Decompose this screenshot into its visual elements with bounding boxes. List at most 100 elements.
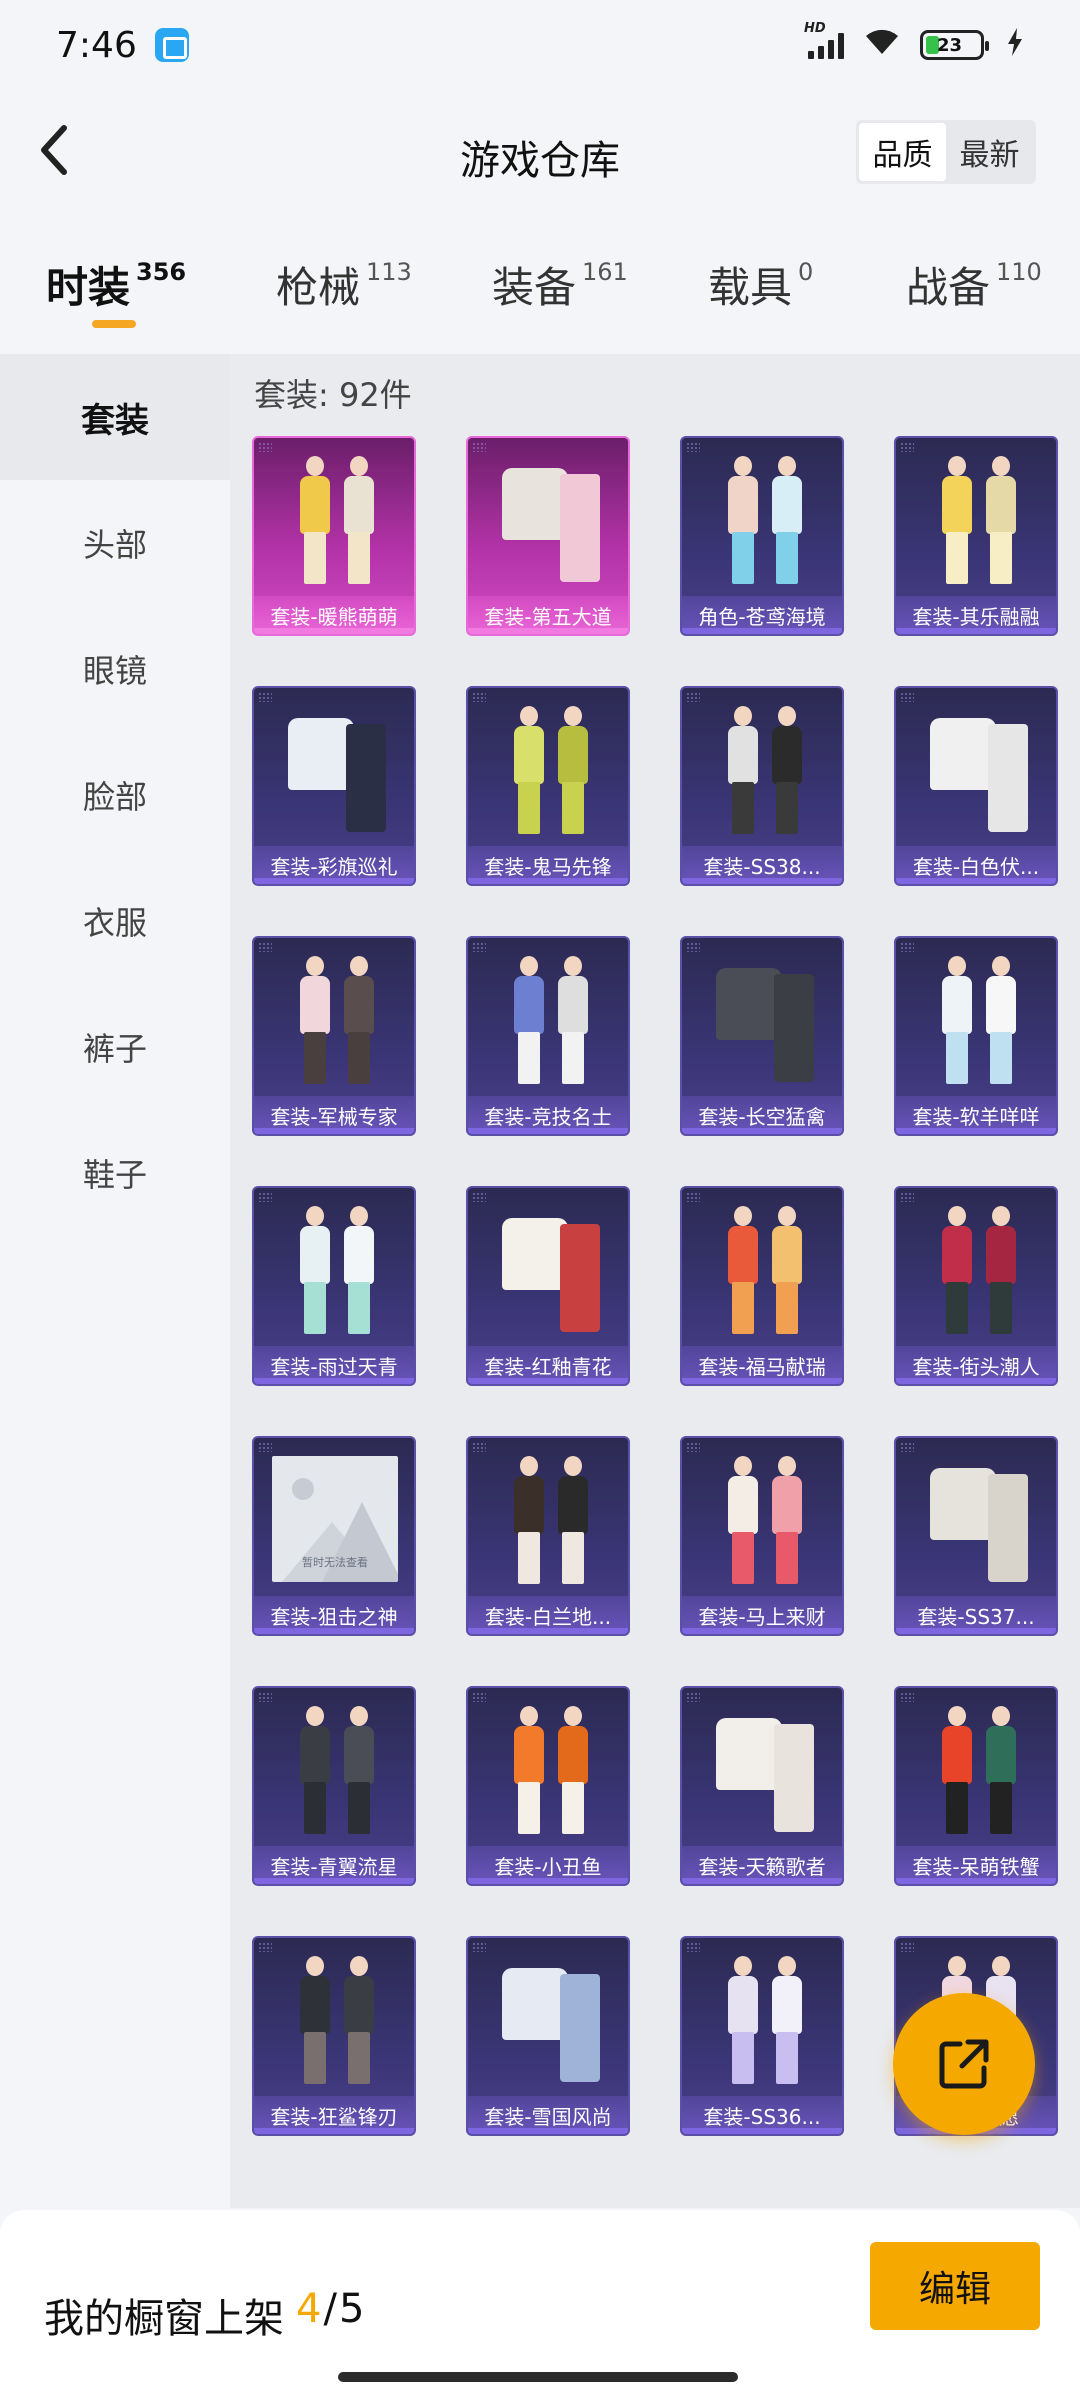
outfit-image: [254, 950, 414, 1090]
tab-count: 0: [798, 258, 814, 286]
item-card[interactable]: 套装-军械专家: [252, 936, 416, 1136]
battery-icon: 23: [920, 30, 989, 60]
outfit-image: [896, 1450, 1056, 1590]
outfit-image: [896, 1200, 1056, 1340]
item-card[interactable]: 套装-青翼流星: [252, 1686, 416, 1886]
rarity-bar: [896, 878, 1056, 884]
status-icons: HD 23: [804, 21, 1024, 66]
wifi-icon: [860, 24, 904, 66]
header: 游戏仓库 品质 最新: [0, 90, 1080, 210]
sidebar: 套装 头部 眼镜 脸部 衣服 裤子 鞋子: [0, 354, 230, 2204]
item-card[interactable]: 套装-红釉青花: [466, 1186, 630, 1386]
rarity-bar: [896, 1128, 1056, 1134]
outfit-image: [896, 450, 1056, 590]
item-card[interactable]: 套装-雪国风尚: [466, 1936, 630, 2136]
category-tabs: 时装 356 枪械 113 装备 161 载具 0 战备 110: [0, 240, 1080, 340]
item-card[interactable]: 套装-软羊咩咩: [894, 936, 1058, 1136]
item-card[interactable]: 套装-SS36...: [680, 1936, 844, 2136]
item-card[interactable]: 套装-街头潮人: [894, 1186, 1058, 1386]
share-button[interactable]: [893, 1993, 1035, 2135]
rarity-bar: [468, 2128, 628, 2134]
item-card[interactable]: 套装-福马献瑞: [680, 1186, 844, 1386]
item-card[interactable]: 套装-狂鲨锋刃: [252, 1936, 416, 2136]
showcase-total: 5: [338, 2286, 365, 2332]
outfit-image: [682, 450, 842, 590]
sort-newest-option[interactable]: 最新: [946, 123, 1033, 181]
item-card[interactable]: 套装-暖熊萌萌: [252, 436, 416, 636]
image-placeholder: 暂时无法查看: [272, 1456, 398, 1582]
item-card[interactable]: 套装-白色伏...: [894, 686, 1058, 886]
sort-toggle: 品质 最新: [856, 120, 1036, 184]
outfit-image: [682, 1450, 842, 1590]
rarity-bar: [254, 2128, 414, 2134]
edit-button[interactable]: 编辑: [870, 2242, 1040, 2330]
item-card[interactable]: 暂时无法查看 套装-狙击之神: [252, 1436, 416, 1636]
showcase-separator: /: [323, 2286, 337, 2332]
outfit-image: [896, 950, 1056, 1090]
rarity-bar: [468, 628, 628, 634]
outfit-image: [896, 700, 1056, 840]
tab-equipment[interactable]: 装备 161: [492, 254, 628, 315]
outfit-image: [254, 1950, 414, 2090]
rarity-bar: [682, 878, 842, 884]
outfit-image: [682, 1700, 842, 1840]
tab-fashion[interactable]: 时装 356: [46, 254, 186, 315]
item-card[interactable]: 套装-SS38...: [680, 686, 844, 886]
tab-supplies[interactable]: 战备 110: [906, 254, 1042, 315]
bottom-bar: 我的橱窗上架 4 / 5 编辑: [0, 2210, 1080, 2400]
active-tab-indicator: [92, 320, 136, 328]
tab-count: 161: [582, 258, 628, 286]
outfit-image: [682, 1950, 842, 2090]
rarity-bar: [254, 1378, 414, 1384]
status-bar: 7:46 HD 23: [0, 0, 1080, 90]
sidebar-item-glasses[interactable]: 眼镜: [0, 606, 230, 732]
outfit-image: [254, 450, 414, 590]
showcase-current: 4: [296, 2286, 322, 2332]
rarity-bar: [682, 1628, 842, 1634]
home-indicator[interactable]: [338, 2372, 738, 2382]
sidebar-item-face[interactable]: 脸部: [0, 732, 230, 858]
item-card[interactable]: 套装-长空猛禽: [680, 936, 844, 1136]
sidebar-item-clothes[interactable]: 衣服: [0, 858, 230, 984]
status-time: 7:46: [56, 24, 137, 66]
outfit-image: [254, 700, 414, 840]
rarity-bar: [468, 1878, 628, 1884]
tab-count: 110: [996, 258, 1042, 286]
rarity-bar: [254, 878, 414, 884]
outfit-image: [468, 450, 628, 590]
network-type: HD: [804, 21, 826, 36]
item-card[interactable]: 套装-竞技名士: [466, 936, 630, 1136]
battery-level: 23: [937, 34, 963, 56]
item-card[interactable]: 套装-小丑鱼: [466, 1686, 630, 1886]
rarity-bar: [468, 1378, 628, 1384]
item-card[interactable]: 套装-其乐融融: [894, 436, 1058, 636]
item-card[interactable]: 角色-苍鸢海境: [680, 436, 844, 636]
sidebar-item-shoes[interactable]: 鞋子: [0, 1110, 230, 1236]
item-card[interactable]: 套装-雨过天青: [252, 1186, 416, 1386]
sidebar-item-head[interactable]: 头部: [0, 480, 230, 606]
item-card[interactable]: 套装-第五大道: [466, 436, 630, 636]
signal-icon: HD: [804, 21, 844, 59]
tab-count: 356: [136, 258, 187, 286]
item-card[interactable]: 套装-天籁歌者: [680, 1686, 844, 1886]
item-card[interactable]: 套装-马上来财: [680, 1436, 844, 1636]
outfit-image: [254, 1700, 414, 1840]
sidebar-item-pants[interactable]: 裤子: [0, 984, 230, 1110]
rarity-bar: [682, 1128, 842, 1134]
item-card[interactable]: 套装-鬼马先锋: [466, 686, 630, 886]
sort-quality-option[interactable]: 品质: [859, 123, 946, 181]
outfit-image: [254, 1200, 414, 1340]
tab-vehicles[interactable]: 载具 0: [708, 254, 813, 315]
outfit-image: [682, 950, 842, 1090]
tab-label: 枪械: [276, 263, 361, 312]
item-grid: 套装: 92件 套装-暖熊萌萌 套装-第五大道 角色-苍鸢海境 套装-其乐融融 套装-彩…: [230, 354, 1080, 2208]
rarity-bar: [896, 1878, 1056, 1884]
item-card[interactable]: 套装-呆萌铁蟹: [894, 1686, 1058, 1886]
item-card[interactable]: 套装-SS37...: [894, 1436, 1058, 1636]
item-card[interactable]: 套装-彩旗巡礼: [252, 686, 416, 886]
tab-label: 时装: [46, 263, 131, 312]
tab-firearms[interactable]: 枪械 113: [276, 254, 412, 315]
item-card[interactable]: 套装-白兰地...: [466, 1436, 630, 1636]
sidebar-item-suits[interactable]: 套装: [0, 354, 230, 480]
tab-count: 113: [366, 258, 412, 286]
